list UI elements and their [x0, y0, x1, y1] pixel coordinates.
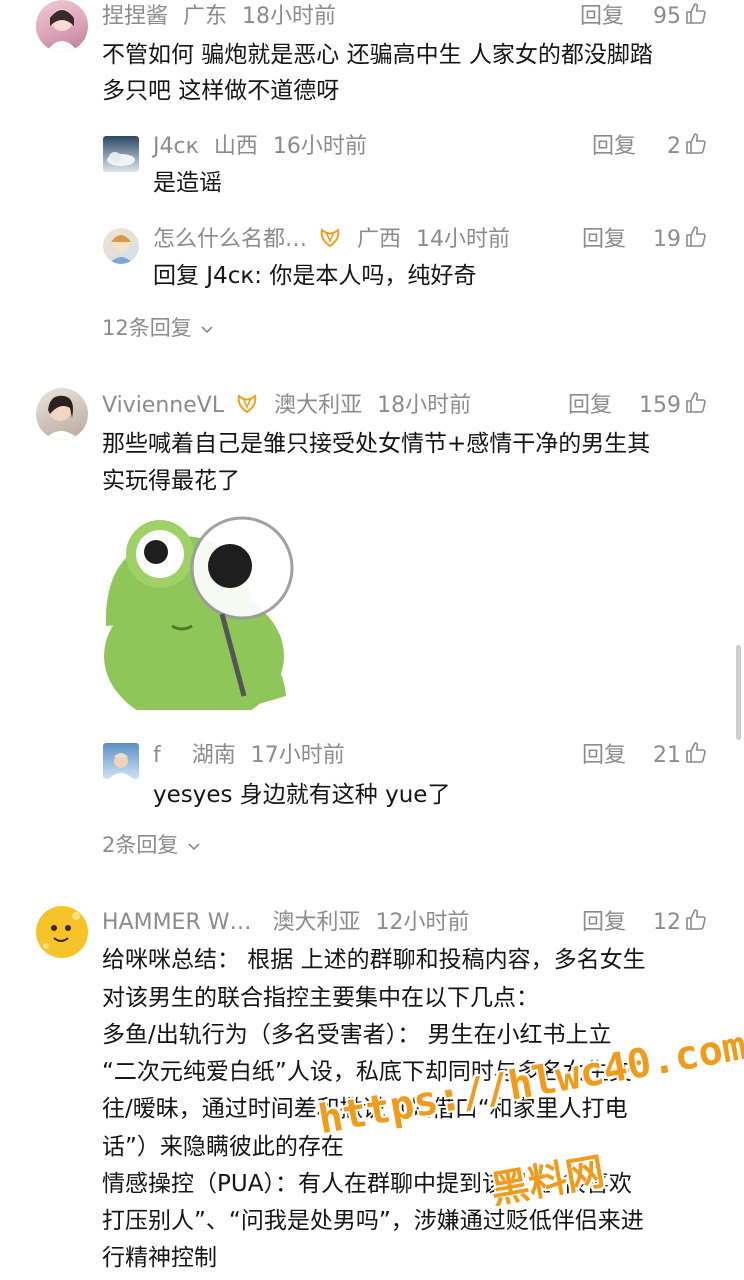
comment-line: 行精神控制: [102, 1245, 217, 1271]
expand-replies-button[interactable]: 2条回复: [102, 830, 201, 860]
location: 山西: [213, 134, 258, 159]
like-button[interactable]: 12: [653, 908, 708, 938]
anime-character-icon: [109, 235, 133, 264]
comment-line: 不管如何 骗炮就是恶心 还骗高中生 人家女的都没脚踏: [102, 42, 653, 68]
username[interactable]: HAMMER W…: [102, 910, 252, 935]
username[interactable]: VivienneVL: [102, 393, 224, 418]
location: 广东: [183, 4, 228, 29]
like-button[interactable]: 19: [653, 225, 708, 255]
thumbs-up-icon: [686, 742, 706, 763]
like-count: 19: [653, 227, 681, 252]
avatar[interactable]: [103, 743, 139, 779]
like-button[interactable]: 95: [653, 2, 708, 32]
like-button[interactable]: 21: [653, 741, 708, 771]
like-count: 21: [653, 743, 681, 768]
location: 湖南: [191, 743, 236, 768]
username[interactable]: J4ск: [153, 134, 199, 159]
avatar-portrait-icon: [46, 9, 78, 52]
timestamp: 18小时前: [377, 393, 472, 418]
thumbs-up-icon: [686, 3, 706, 24]
avatar-portrait-icon: [44, 395, 80, 440]
comment-line: 话”）来隐瞒彼此的存在: [102, 1134, 344, 1160]
comment-line: 多只吧 这样做不道德呀: [102, 78, 340, 104]
avatar[interactable]: [103, 228, 139, 264]
location: 广西: [357, 227, 402, 252]
reply-button[interactable]: 回复: [582, 741, 626, 771]
thumbs-up-icon: [686, 133, 706, 154]
comment-line: 实玩得最花了: [102, 468, 240, 494]
chevron-down-icon: [188, 843, 200, 851]
frog-magnifier-sticker[interactable]: [102, 506, 306, 726]
comment-line: 多鱼/出轨行为（多名受害者）： 男生在小红书上立: [102, 1022, 612, 1048]
author-badge-icon: [320, 228, 340, 248]
reply-button[interactable]: 回复: [582, 908, 626, 938]
thumbs-up-icon: [686, 226, 706, 247]
avatar[interactable]: [36, 906, 88, 958]
like-count: 2: [667, 134, 681, 159]
like-count: 12: [653, 910, 681, 935]
expand-replies-label: 2条回复: [102, 833, 179, 857]
thumbs-up-icon: [686, 392, 706, 413]
cheese-character-icon: [43, 912, 80, 949]
location: 澳大利亚: [274, 393, 363, 418]
expand-replies-label: 12条回复: [102, 316, 192, 340]
comment-line: 给咪咪总结： 根据 上述的群聊和投稿内容，多名女生: [102, 947, 646, 973]
reply-text: yesyes 身边就有这种 yue了: [153, 782, 451, 808]
avatar[interactable]: [36, 0, 88, 52]
reply-button[interactable]: 回复: [592, 132, 636, 162]
author-badge-icon: [237, 394, 257, 414]
comment-line: 打压别人”、“问我是处男吗”，涉嫌通过贬低伴侣来进: [102, 1208, 644, 1234]
avatar[interactable]: [36, 388, 88, 440]
reply-button[interactable]: 回复: [568, 391, 612, 421]
expand-replies-button[interactable]: 12条回复: [102, 313, 214, 343]
cloud-sky-icon: [107, 152, 135, 166]
location: 澳大利亚: [272, 910, 361, 935]
reply-text: 是造谣: [153, 170, 222, 196]
frog-sticker-icon: [104, 516, 294, 726]
comment-line: 对该男生的联合指控主要集中在以下几点：: [102, 985, 539, 1011]
thumbs-up-icon: [686, 909, 706, 930]
like-count: 95: [653, 4, 681, 29]
username[interactable]: 怎么什么名都…: [153, 227, 307, 252]
username[interactable]: f: [153, 743, 161, 768]
like-button[interactable]: 159: [639, 391, 708, 421]
username[interactable]: 捏捏酱: [102, 4, 168, 29]
timestamp: 16小时前: [272, 134, 367, 159]
comment-line: 那些喊着自己是雏只接受处女情节+感情干净的男生其: [102, 431, 651, 457]
like-button[interactable]: 2: [667, 132, 708, 162]
timestamp: 14小时前: [416, 227, 511, 252]
reply-text: 回复 J4ск: 你是本人吗，纯好奇: [153, 263, 477, 289]
avatar-photo-icon: [109, 753, 133, 779]
timestamp: 18小时前: [242, 4, 337, 29]
avatar[interactable]: [103, 136, 139, 172]
scrollbar-thumb[interactable]: [736, 645, 741, 740]
like-count: 159: [639, 393, 681, 418]
timestamp: 12小时前: [375, 910, 470, 935]
reply-button[interactable]: 回复: [580, 2, 624, 32]
reply-button[interactable]: 回复: [582, 225, 626, 255]
chevron-down-icon: [201, 326, 213, 334]
timestamp: 17小时前: [250, 743, 345, 768]
